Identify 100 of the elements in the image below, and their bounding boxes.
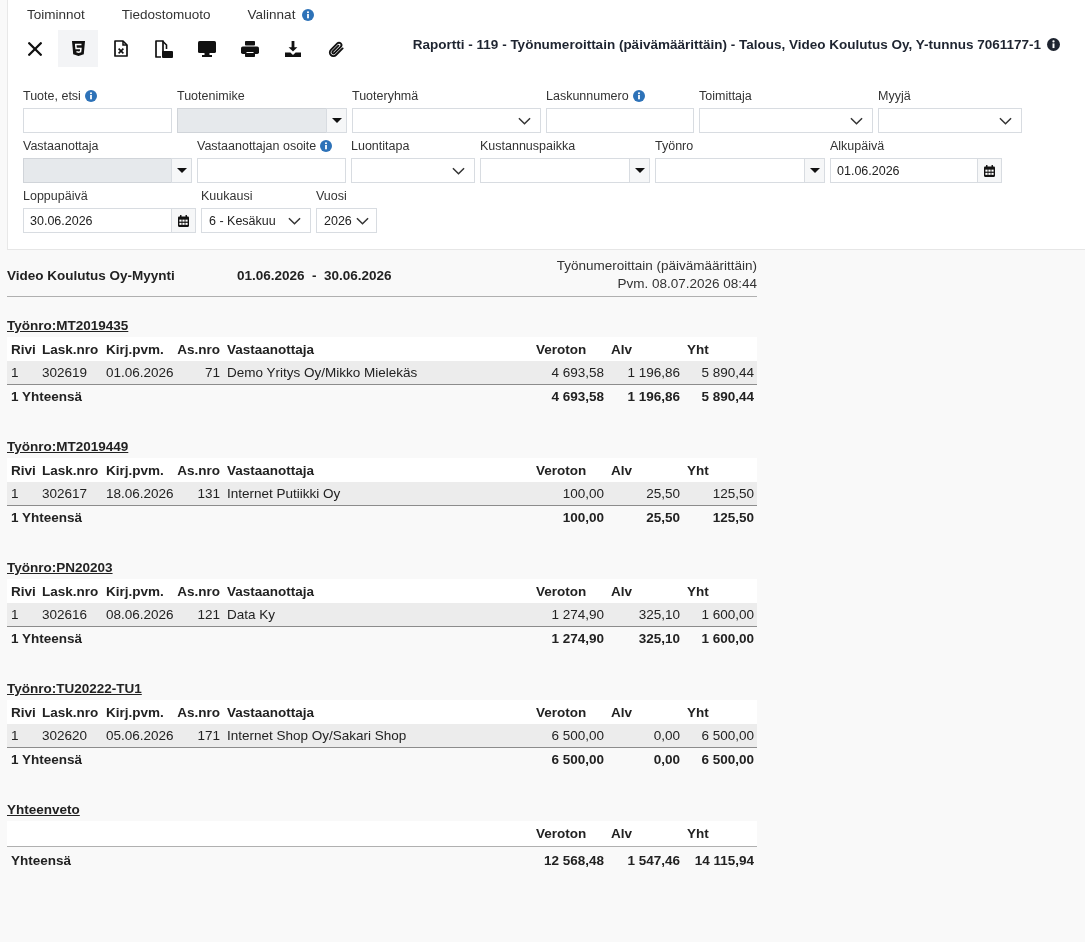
table-cell: 08.06.2026: [102, 603, 173, 626]
chevron-down-icon: [288, 216, 301, 225]
column-header: As.nro: [173, 337, 223, 361]
chevron-down-icon: [452, 166, 465, 175]
table-cell: 121: [173, 603, 223, 626]
summary-title: Yhteenveto: [7, 801, 80, 818]
table-cell: 1: [7, 361, 38, 384]
column-header: As.nro: [173, 458, 223, 482]
group-title: Työnro:MT2019449: [7, 438, 129, 455]
filter-label: Vastaanottajan osoite: [197, 139, 317, 153]
select-field[interactable]: [352, 108, 541, 133]
table-cell: 25,50: [607, 482, 683, 505]
total-cell: 125,50: [683, 505, 757, 529]
column-header: Vastaanottaja: [223, 700, 532, 724]
table-cell: 1: [7, 724, 38, 747]
text-field[interactable]: [197, 158, 346, 183]
table-cell: 01.06.2026: [102, 361, 173, 384]
filter-label: Luontitapa: [351, 139, 410, 153]
calendar-button[interactable]: [171, 208, 196, 233]
table-cell: 4 693,58: [532, 361, 607, 384]
column-header: Kirj.pvm.: [102, 337, 173, 361]
report-type: Työnumeroittain (päivämäärittäin): [556, 257, 757, 275]
column-header: Rivi: [7, 700, 38, 724]
company-name: Video Koulutus Oy-Myynti: [7, 267, 176, 283]
table-cell: 131: [173, 482, 223, 505]
dropdown-button[interactable]: [171, 158, 192, 183]
column-header: Lask.nro: [38, 458, 102, 482]
select-field[interactable]: 2026: [316, 208, 377, 233]
column-header: Alv: [607, 458, 683, 482]
combo-field[interactable]: [480, 158, 629, 183]
total-cell: 4 693,58: [532, 384, 607, 408]
column-header: Yht: [683, 821, 758, 846]
total-label: 1 Yhteensä: [7, 747, 532, 771]
dropdown-button[interactable]: [326, 108, 347, 133]
chevron-down-icon: [355, 216, 369, 225]
file-x-icon: [114, 40, 128, 57]
filter-label: Vastaanottaja: [23, 139, 99, 153]
column-header: Vastaanottaja: [223, 579, 532, 603]
caret-icon: [331, 118, 342, 123]
column-header: Alv: [607, 700, 683, 724]
menu-item[interactable]: Tiedostomuoto: [114, 3, 218, 26]
menu-item[interactable]: Valinnat: [240, 3, 322, 26]
table-cell: Demo Yritys Oy/Mikko Mielekäs: [223, 361, 532, 384]
select-field[interactable]: [878, 108, 1022, 133]
select-field[interactable]: 6 - Kesäkuu: [201, 208, 311, 233]
report-period: 01.06.2026 - 30.06.2026: [237, 267, 392, 283]
column-header: Veroton: [532, 337, 607, 361]
table-cell: 5 890,44: [683, 361, 757, 384]
column-header: Lask.nro: [38, 700, 102, 724]
total-cell: 25,50: [607, 505, 683, 529]
total-cell: 5 890,44: [683, 384, 757, 408]
date-field[interactable]: 30.06.2026: [23, 208, 171, 233]
chevron-down-icon: [518, 116, 531, 125]
chevron-down-icon: [850, 116, 863, 125]
text-field[interactable]: [23, 108, 172, 133]
column-header: Kirj.pvm.: [102, 700, 173, 724]
total-cell: 1 274,90: [532, 626, 607, 650]
filter-label: Tuotenimike: [177, 89, 245, 103]
caret-icon: [176, 168, 187, 173]
total-label: 1 Yhteensä: [7, 384, 532, 408]
select-field[interactable]: [699, 108, 873, 133]
combo-field[interactable]: [655, 158, 804, 183]
date-field[interactable]: 01.06.2026: [830, 158, 977, 183]
select-field[interactable]: [351, 158, 475, 183]
column-header: Kirj.pvm.: [102, 458, 173, 482]
column-header: Veroton: [532, 821, 608, 846]
table-cell: 100,00: [532, 482, 607, 505]
group-title: Työnro:TU20222-TU1: [7, 680, 142, 697]
column-header: Alv: [607, 337, 683, 361]
total-cell: 6 500,00: [532, 747, 607, 771]
filter-label: Laskunnumero: [546, 89, 629, 103]
html-export-button[interactable]: [58, 30, 98, 67]
calendar-button[interactable]: [977, 158, 1002, 183]
filter-label: Alkupäivä: [830, 139, 885, 153]
print-date: Pvm. 08.07.2026 08:44: [616, 275, 757, 293]
column-header: Lask.nro: [38, 337, 102, 361]
column-header: Lask.nro: [38, 579, 102, 603]
table-cell: 1: [7, 482, 38, 505]
document-icon: [155, 39, 173, 58]
dropdown-button[interactable]: [804, 158, 825, 183]
report-title: Raportti - 119 - Työnumeroittain (päivämäärittäin) - Talous, Video Koulutus Oy, Y-tunnus 7061177-1: [412, 36, 1041, 52]
table-cell: Internet Putiikki Oy: [223, 482, 532, 505]
table-cell: 05.06.2026: [102, 724, 173, 747]
text-field[interactable]: [546, 108, 694, 133]
table-cell: Data Ky: [223, 603, 532, 626]
monitor-icon: [198, 40, 216, 57]
filter-label: Kustannuspaikka: [480, 139, 576, 153]
menu-item[interactable]: Toiminnot: [20, 3, 92, 26]
table-cell: 6 500,00: [532, 724, 607, 747]
table-cell: 171: [173, 724, 223, 747]
table-cell: 325,10: [607, 603, 683, 626]
table-cell: 1 196,86: [607, 361, 683, 384]
filter-label: Vuosi: [316, 189, 347, 203]
total-cell: 6 500,00: [683, 747, 757, 771]
table-cell: 1 274,90: [532, 603, 607, 626]
table-cell: 302620: [38, 724, 102, 747]
calendar-icon: [984, 164, 995, 177]
column-header: Rivi: [7, 337, 38, 361]
column-header: Vastaanottaja: [223, 458, 532, 482]
dropdown-button[interactable]: [629, 158, 650, 183]
